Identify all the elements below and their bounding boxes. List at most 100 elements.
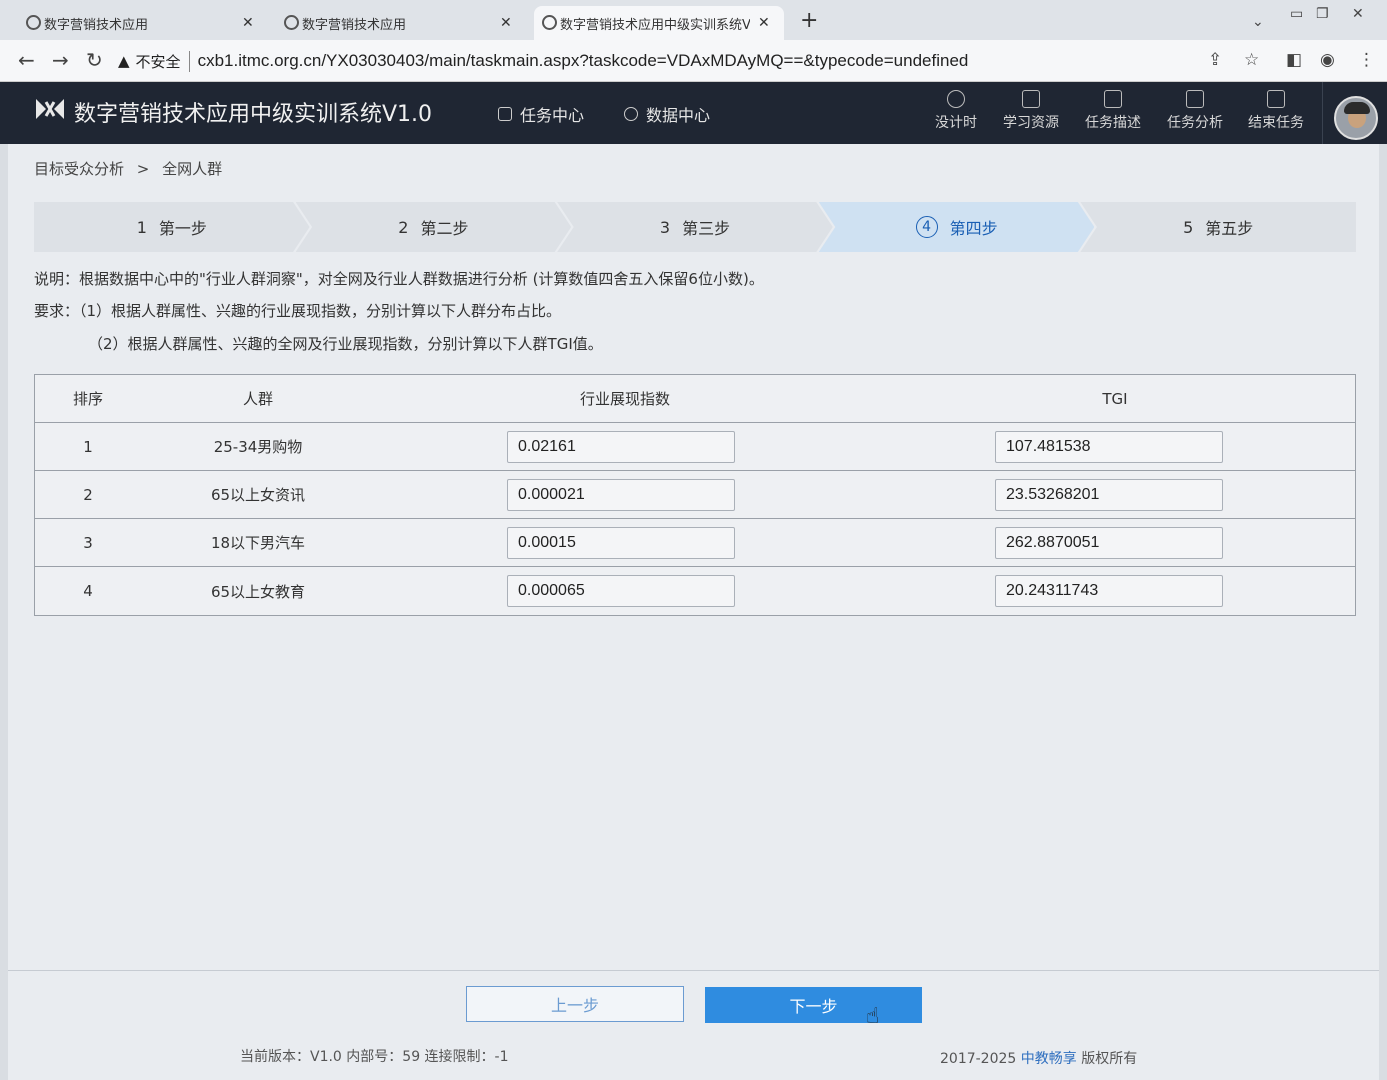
tool-label: 学习资源 bbox=[1003, 115, 1059, 131]
row-rank: 1 bbox=[83, 437, 93, 456]
description-line-2: 要求：（1）根据人群属性、兴趣的行业展现指数，分别计算以下人群分布占比。 bbox=[34, 302, 562, 320]
tab-title: 数字营销技术应用 bbox=[302, 17, 407, 33]
table-row: 1 25-34男购物 bbox=[35, 423, 1355, 471]
index-input[interactable] bbox=[507, 575, 735, 607]
exit-icon bbox=[1267, 90, 1285, 108]
tool-task-analysis[interactable]: 任务分析 bbox=[1160, 90, 1230, 132]
tgi-input[interactable] bbox=[995, 431, 1223, 463]
chart-icon bbox=[1186, 90, 1204, 108]
breadcrumb: 目标受众分析 > 全网人群 bbox=[34, 158, 222, 179]
step-5[interactable]: 5 第五步 bbox=[1080, 202, 1356, 252]
step-label: 第四步 bbox=[949, 219, 998, 238]
prev-step-button[interactable]: 上一步 bbox=[466, 986, 684, 1022]
close-icon[interactable]: ✕ bbox=[500, 15, 512, 31]
tool-task-description[interactable]: 任务描述 bbox=[1078, 90, 1148, 132]
minimize-icon[interactable]: ▭ bbox=[1290, 6, 1303, 22]
breadcrumb-parent[interactable]: 目标受众分析 bbox=[34, 160, 124, 178]
close-window-icon[interactable]: ✕ bbox=[1352, 6, 1364, 22]
url-text: cxb1.itmc.org.cn/YX03030403/main/taskmai… bbox=[197, 51, 969, 70]
tool-learning-resources[interactable]: 学习资源 bbox=[996, 90, 1066, 132]
step-3[interactable]: 3 第三步 bbox=[557, 202, 833, 252]
description-line-3: （2）根据人群属性、兴趣的全网及行业展现指数，分别计算以下人群TGI值。 bbox=[88, 335, 603, 353]
nav-data-center[interactable]: 数据中心 bbox=[624, 102, 710, 126]
index-cell bbox=[375, 519, 875, 566]
browser-tab-1[interactable]: 数字营销技术应用 ✕ bbox=[18, 6, 268, 40]
avatar[interactable] bbox=[1334, 96, 1378, 140]
back-icon[interactable]: ← bbox=[18, 48, 35, 72]
step-number: 3 bbox=[659, 217, 671, 237]
index-cell bbox=[375, 471, 875, 518]
profile-icon[interactable]: ◉ bbox=[1320, 50, 1335, 70]
nav-task-center[interactable]: 任务中心 bbox=[498, 102, 584, 126]
step-2[interactable]: 2 第二步 bbox=[295, 202, 572, 252]
table-row: 3 18以下男汽车 bbox=[35, 519, 1355, 567]
version-info: 当前版本：V1.0 内部号：59 连接限制：-1 bbox=[240, 1049, 509, 1065]
data-icon bbox=[624, 107, 638, 121]
address-bar: ← → ↻ ▲ 不安全 cxb1.itmc.org.cn/YX03030403/… bbox=[0, 40, 1387, 82]
main-content: 目标受众分析 > 全网人群 1 第一步 2 第二步 3 第三步 4 第四步 5 … bbox=[8, 144, 1379, 1080]
breadcrumb-separator: > bbox=[136, 160, 150, 178]
avatar-hair bbox=[1344, 102, 1370, 114]
header-index: 行业展现指数 bbox=[579, 390, 670, 408]
copyright-years: 2017-2025 bbox=[940, 1051, 1017, 1067]
row-rank: 4 bbox=[83, 582, 93, 600]
tool-label: 任务描述 bbox=[1085, 115, 1141, 131]
index-input[interactable] bbox=[507, 527, 735, 559]
row-group: 25-34男购物 bbox=[213, 438, 303, 456]
menu-dots-icon[interactable]: ⋮ bbox=[1358, 50, 1375, 70]
url-input[interactable]: ▲ 不安全 cxb1.itmc.org.cn/YX03030403/main/t… bbox=[118, 46, 1188, 76]
tool-label: 任务分析 bbox=[1167, 115, 1223, 131]
document-icon bbox=[1104, 90, 1122, 108]
next-step-button[interactable]: 下一步 bbox=[705, 987, 922, 1023]
tgi-input[interactable] bbox=[995, 527, 1223, 559]
divider bbox=[8, 970, 1379, 971]
tgi-cell bbox=[875, 471, 1355, 518]
star-icon[interactable]: ☆ bbox=[1244, 50, 1259, 70]
globe-icon bbox=[284, 15, 299, 30]
tab-title: 数字营销技术应用 bbox=[44, 17, 149, 33]
reload-icon[interactable]: ↻ bbox=[86, 48, 103, 72]
browser-tab-strip: 数字营销技术应用 ✕ 数字营销技术应用 ✕ 数字营销技术应用中级实训系统V ✕ … bbox=[0, 0, 1387, 40]
tgi-input[interactable] bbox=[995, 479, 1223, 511]
hand-cursor-icon: ☝ bbox=[866, 1004, 880, 1029]
step-4[interactable]: 4 第四步 bbox=[818, 202, 1095, 252]
divider bbox=[1322, 82, 1323, 144]
step-label: 第一步 bbox=[158, 219, 207, 238]
globe-icon bbox=[542, 15, 557, 30]
step-label: 第三步 bbox=[682, 219, 731, 238]
step-number: 1 bbox=[136, 217, 147, 237]
tgi-cell bbox=[875, 567, 1355, 615]
header-tgi: TGI bbox=[1102, 389, 1128, 408]
tab-title: 数字营销技术应用中级实训系统V bbox=[560, 17, 750, 33]
row-group: 65以上女教育 bbox=[210, 582, 306, 601]
index-input[interactable] bbox=[507, 431, 735, 463]
tool-timer[interactable]: 没计时 bbox=[921, 90, 991, 132]
index-input[interactable] bbox=[507, 479, 735, 511]
browser-tab-2[interactable]: 数字营销技术应用 ✕ bbox=[276, 6, 526, 40]
restore-icon[interactable]: ❐ bbox=[1316, 6, 1329, 22]
table-row: 2 65以上女资讯 bbox=[35, 471, 1355, 519]
step-number: 2 bbox=[398, 217, 409, 237]
tool-end-task[interactable]: 结束任务 bbox=[1241, 90, 1311, 132]
sidepanel-icon[interactable]: ◧ bbox=[1286, 50, 1302, 70]
audience-table: 排序 人群 行业展现指数 TGI 1 25-34男购物 2 65以上女资讯 3 … bbox=[34, 374, 1356, 616]
chevron-down-icon[interactable]: ⌄ bbox=[1252, 14, 1264, 30]
step-number: 4 bbox=[915, 216, 938, 238]
table-row: 4 65以上女教育 bbox=[35, 567, 1355, 615]
brand-link[interactable]: 中教畅享 bbox=[1021, 1051, 1077, 1067]
step-1[interactable]: 1 第一步 bbox=[34, 202, 310, 252]
nav-label: 数据中心 bbox=[646, 106, 711, 125]
close-icon[interactable]: ✕ bbox=[758, 15, 770, 31]
browser-tab-3[interactable]: 数字营销技术应用中级实训系统V ✕ bbox=[534, 6, 784, 40]
share-icon[interactable]: ⇪ bbox=[1208, 50, 1222, 70]
step-number: 5 bbox=[1183, 217, 1194, 237]
tgi-cell bbox=[875, 423, 1355, 470]
tool-label: 没计时 bbox=[935, 115, 977, 131]
step-label: 第五步 bbox=[1205, 219, 1254, 238]
tgi-input[interactable] bbox=[995, 575, 1223, 607]
new-tab-icon[interactable]: + bbox=[800, 8, 818, 33]
copyright-suffix: 版权所有 bbox=[1081, 1051, 1138, 1067]
forward-icon[interactable]: → bbox=[52, 48, 69, 72]
close-icon[interactable]: ✕ bbox=[242, 15, 254, 31]
task-icon bbox=[498, 107, 512, 121]
